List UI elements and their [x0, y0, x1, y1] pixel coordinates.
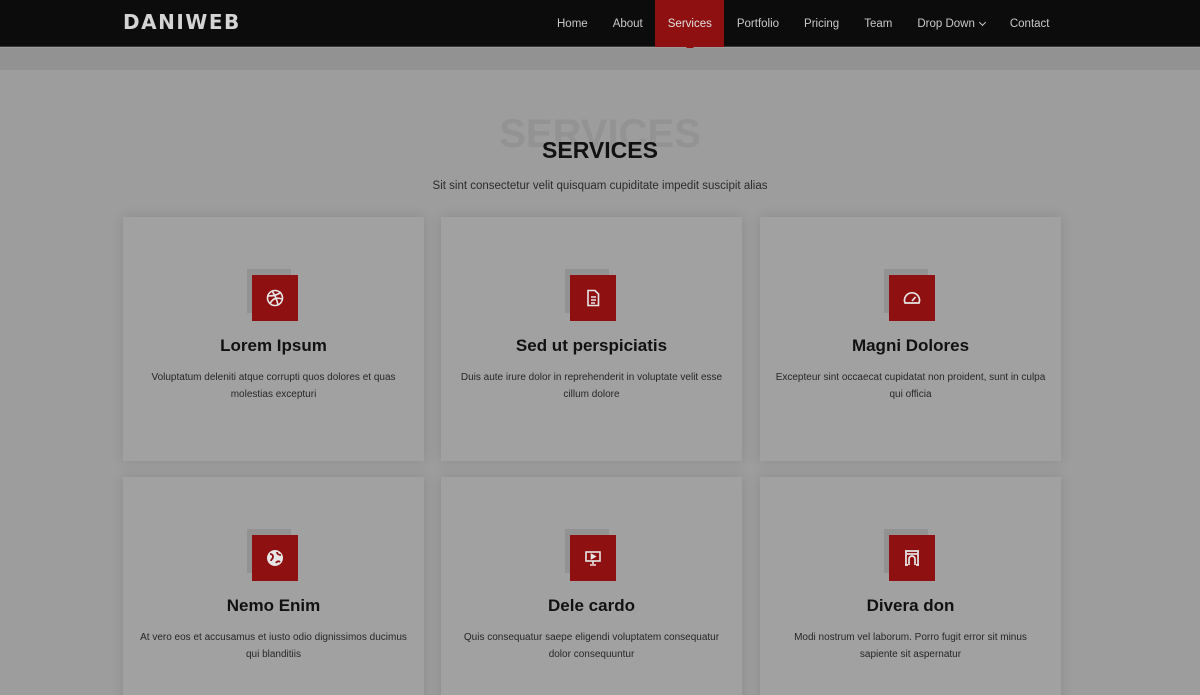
- nav-item-pricing[interactable]: Pricing: [792, 0, 852, 47]
- service-icon-wrap: [564, 269, 619, 323]
- service-icon-wrap: [564, 529, 619, 583]
- service-text: At vero eos et accusamus et iusto odio d…: [140, 632, 407, 660]
- service-title: Divera don: [866, 596, 955, 615]
- service-title: Dele cardo: [548, 596, 635, 615]
- nav-label: Drop Down: [917, 17, 975, 30]
- service-icon-wrap: [883, 529, 938, 583]
- globe-icon: [251, 535, 298, 581]
- service-icon-wrap: [246, 269, 301, 323]
- service-text: Excepteur sint occaecat cupidatat non pr…: [775, 372, 1046, 400]
- nav-label: Pricing: [804, 17, 840, 30]
- nav-label: About: [612, 17, 643, 30]
- site-logo[interactable]: DANIWEB: [123, 10, 241, 34]
- service-title: Sed ut perspiciatis: [515, 336, 668, 355]
- service-icon-wrap: [246, 529, 301, 583]
- service-card[interactable]: Magni Dolores Excepteur sint occaecat cu…: [760, 217, 1061, 461]
- nav-label: Team: [864, 17, 893, 30]
- section-title: SERVICES: [542, 137, 658, 163]
- service-card[interactable]: Divera don Modi nostrum vel laborum. Por…: [760, 477, 1061, 695]
- nav-label: Services: [667, 17, 712, 30]
- service-card[interactable]: Nemo Enim At vero eos et accusamus et iu…: [123, 477, 424, 695]
- nav-item-about[interactable]: About: [600, 0, 655, 47]
- nav-item-contact[interactable]: Contact: [997, 0, 1062, 47]
- presentation-icon: [569, 535, 616, 581]
- nav-label: Portfolio: [736, 17, 780, 30]
- service-card[interactable]: Sed ut perspiciatis Duis aute irure dolo…: [441, 217, 742, 461]
- service-card[interactable]: Lorem Ipsum Voluptatum deleniti atque co…: [123, 217, 424, 461]
- service-text: Modi nostrum vel laborum. Porro fugit er…: [794, 632, 1027, 660]
- section-subtitle: Sit sint consectetur velit quisquam cupi…: [432, 180, 768, 192]
- nav-label: Contact: [1009, 17, 1050, 30]
- service-title: Lorem Ipsum: [220, 336, 327, 355]
- dribbble-icon: [251, 275, 298, 321]
- service-title: Nemo Enim: [226, 596, 321, 615]
- chevron-down-icon: [978, 18, 986, 26]
- nav-item-team[interactable]: Team: [852, 0, 905, 47]
- service-text: Quis consequatur saepe eligendi voluptat…: [463, 632, 720, 660]
- service-title: Magni Dolores: [851, 336, 970, 355]
- service-text: Voluptatum deleniti atque corrupti quos …: [151, 372, 396, 400]
- service-text: Duis aute irure dolor in reprehenderit i…: [460, 372, 723, 400]
- service-icon-wrap: [883, 269, 938, 323]
- nav-label: Home: [557, 17, 588, 30]
- nav-item-home[interactable]: Home: [545, 0, 601, 47]
- main-nav: Home About Services Portfolio Pricing Te…: [545, 0, 1063, 51]
- service-card[interactable]: Dele cardo Quis consequatur saepe eligen…: [441, 477, 742, 695]
- site-header: DANIWEB Home About Services Portfolio Pr…: [0, 0, 1200, 51]
- nav-item-portfolio[interactable]: Portfolio: [724, 0, 791, 47]
- speedometer-icon: [888, 275, 935, 321]
- file-icon: [569, 275, 616, 321]
- header-band: [0, 48, 1200, 70]
- arch-icon: [888, 535, 935, 581]
- nav-item-drop-down[interactable]: Drop Down: [905, 0, 998, 47]
- nav-item-services[interactable]: Services: [655, 0, 725, 51]
